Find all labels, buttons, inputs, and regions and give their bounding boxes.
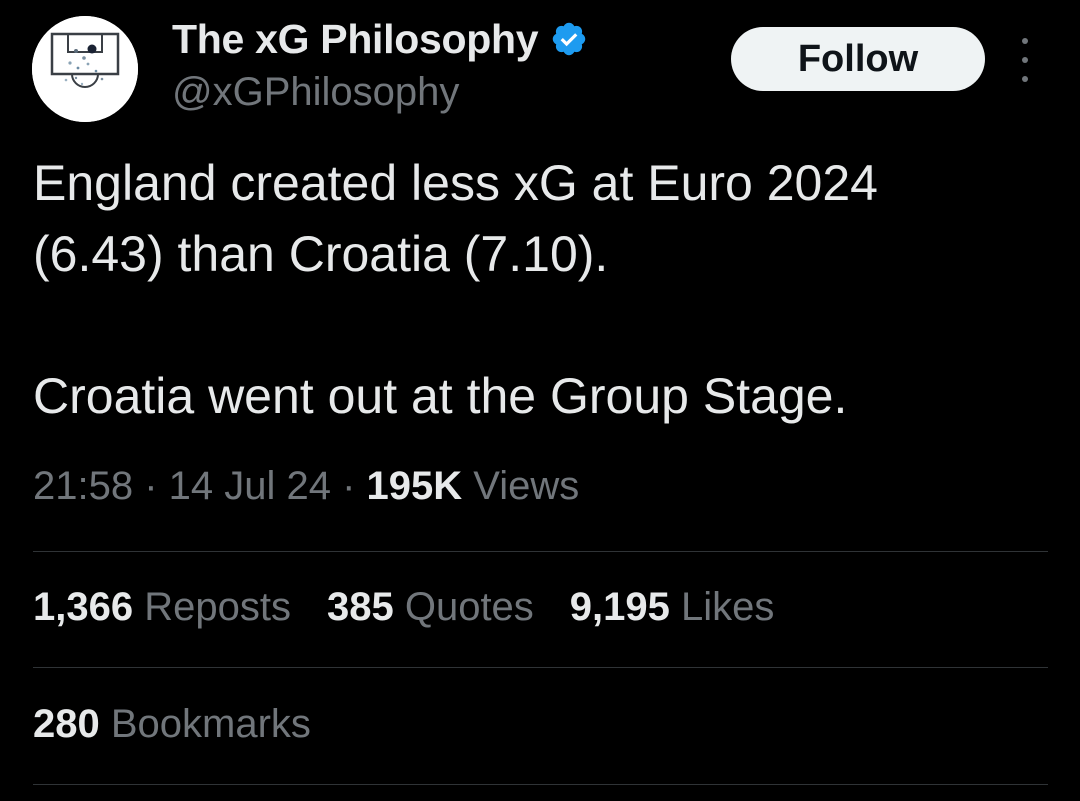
divider [33,667,1048,668]
tweet-text-line: Croatia went out at the Group Stage. [33,368,848,424]
quotes-label: Quotes [393,585,534,629]
bookmarks-stat[interactable]: 280 Bookmarks [33,702,347,747]
tweet-text-line: England created less xG at Euro 2024 [33,155,878,211]
engagement-stats: 1,366 Reposts 385 Quotes 9,195 Likes [33,585,810,630]
follow-button[interactable]: Follow [731,27,985,91]
tweet-detail: The xG Philosophy @xGPhilosophy Follow E… [0,0,1080,801]
divider [33,551,1048,552]
tweet-text-line: (6.43) than Croatia (7.10). [33,226,609,282]
display-name[interactable]: The xG Philosophy [172,16,539,63]
author-name-row[interactable]: The xG Philosophy [172,14,588,64]
avatar[interactable] [32,16,138,122]
meta-separator: · [133,464,169,508]
football-pitch-logo-icon [32,16,138,122]
meta-separator: · [331,464,367,508]
quotes-count: 385 [326,585,394,629]
quotes-stat[interactable]: 385 Quotes [327,585,534,630]
verified-badge-icon [550,20,588,58]
tweet-meta: 21:58 · 14 Jul 24 · 195K Views [33,464,579,509]
bookmarks-label: Bookmarks [99,702,311,746]
reposts-stat[interactable]: 1,366 Reposts [33,585,291,630]
tweet-time[interactable]: 21:58 [33,464,133,508]
likes-count: 9,195 [569,585,670,629]
likes-label: Likes [669,585,775,629]
bookmarks-count: 280 [33,702,100,746]
tweet-text: England created less xG at Euro 2024 (6.… [33,148,1053,432]
reposts-count: 1,366 [33,585,134,629]
reposts-label: Reposts [133,585,291,629]
views-label: Views [462,464,580,508]
author-handle[interactable]: @xGPhilosophy [172,70,459,115]
views-count: 195K [366,464,463,508]
tweet-date[interactable]: 14 Jul 24 [169,464,331,508]
divider [33,784,1048,785]
likes-stat[interactable]: 9,195 Likes [570,585,775,630]
more-vertical-icon[interactable] [1010,38,1040,82]
